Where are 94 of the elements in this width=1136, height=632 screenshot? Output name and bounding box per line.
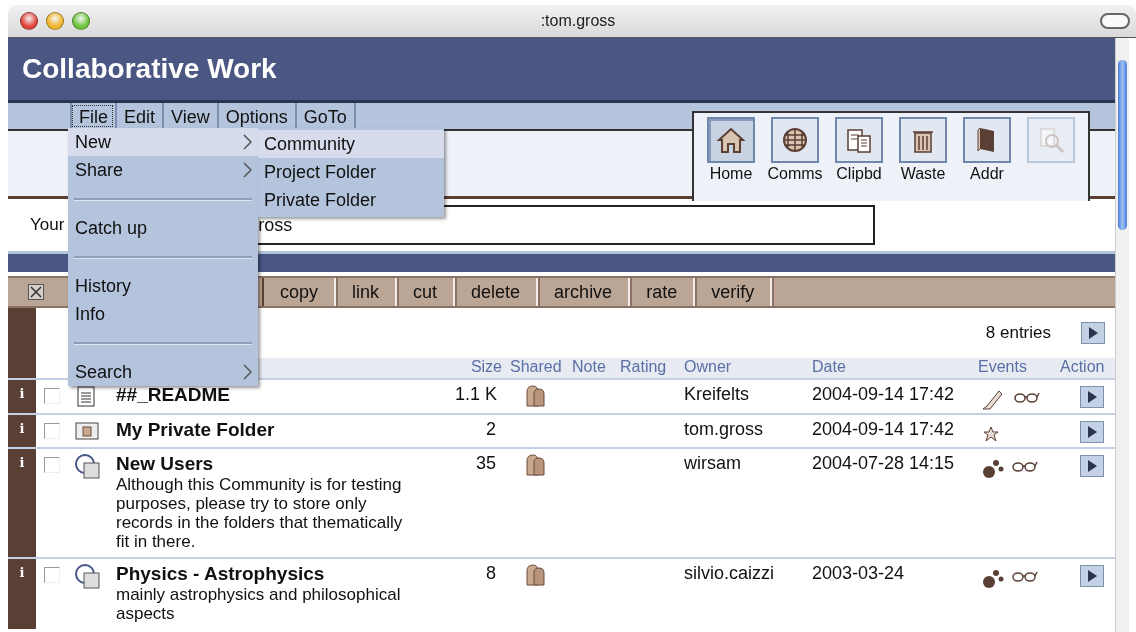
people-icon — [524, 563, 546, 587]
nav-label: Waste — [900, 165, 946, 183]
dots-icon — [982, 569, 1004, 589]
nav-label: Comms — [767, 165, 823, 183]
owner-cell-text: silvio.caizzi — [684, 562, 776, 585]
action-button[interactable]: copy — [264, 278, 337, 306]
nav-label: Addr — [970, 165, 1004, 183]
menu-item[interactable]: Info — [68, 300, 258, 328]
nav-button[interactable] — [835, 117, 883, 163]
action-button[interactable]: cut — [397, 278, 456, 306]
play-arrow-icon — [1087, 426, 1097, 438]
globe-icon — [780, 125, 810, 155]
menu-item[interactable]: Share — [68, 156, 258, 184]
item-name[interactable]: ##_README — [116, 384, 455, 406]
document-icon — [74, 384, 98, 408]
minimize-button[interactable] — [46, 12, 64, 30]
nav-button[interactable] — [963, 117, 1011, 163]
action-button[interactable]: verify — [695, 278, 773, 306]
item-name[interactable]: New Users — [116, 453, 455, 475]
menu-item[interactable]: Community — [258, 130, 444, 158]
dots-icon — [982, 459, 1004, 479]
column-header[interactable]: Action — [1060, 358, 1115, 378]
action-button[interactable]: rate — [630, 278, 696, 306]
date-cell-text: 2004-09-14 17:42 — [812, 418, 956, 441]
info-link[interactable]: i — [19, 455, 25, 471]
menu-item[interactable]: History — [68, 272, 258, 300]
glasses-icon — [1012, 390, 1040, 404]
owner-cell-text: tom.gross — [684, 418, 765, 441]
community-folder-icon — [74, 453, 102, 481]
toolbar-toggle-button[interactable] — [1100, 13, 1130, 29]
play-arrow-icon — [1087, 570, 1097, 582]
zoom-button[interactable] — [72, 12, 90, 30]
action-button[interactable]: archive — [538, 278, 631, 306]
play-arrow-icon — [1087, 391, 1097, 403]
item-description: mainly astrophysics and philosophical aspects — [116, 585, 402, 623]
info-link[interactable]: i — [19, 421, 25, 437]
glasses-icon — [1010, 459, 1038, 473]
next-page-button[interactable] — [1081, 322, 1105, 344]
size-cell-text: 1.1 K — [455, 383, 499, 406]
column-header[interactable]: Owner — [684, 358, 812, 378]
item-description: Although this Community is for testing purposes, please try to store only records in the folders that thematically fit in there. — [116, 475, 404, 551]
people-icon — [524, 384, 546, 408]
star-icon — [982, 425, 1000, 443]
column-header[interactable]: Size — [455, 358, 510, 378]
people-icon — [524, 453, 546, 477]
info-link[interactable]: i — [19, 386, 25, 402]
column-header[interactable]: Date — [812, 358, 978, 378]
play-arrow-icon — [1087, 460, 1097, 472]
column-header[interactable]: Rating — [620, 358, 684, 378]
page-title: Collaborative Work — [22, 53, 277, 85]
entry-count: 8 entries — [985, 323, 1051, 343]
row-action-button[interactable] — [1080, 386, 1104, 408]
size-cell-text: 35 — [474, 452, 497, 475]
owner-cell-text: wirsam — [684, 452, 742, 475]
menu-item[interactable]: New — [68, 128, 258, 156]
community-folder-icon — [74, 563, 102, 591]
nav-button[interactable] — [899, 117, 947, 163]
date-cell-text: 2004-09-14 17:42 — [812, 383, 956, 406]
column-header[interactable]: Shared — [510, 358, 572, 378]
nav-label: Home — [709, 165, 753, 183]
scrollbar[interactable] — [1115, 38, 1129, 632]
row-checkbox[interactable] — [44, 457, 60, 473]
glasses-icon — [1010, 569, 1038, 583]
row-checkbox[interactable] — [44, 388, 60, 404]
nav-button[interactable] — [771, 117, 819, 163]
size-cell-text: 8 — [485, 562, 497, 585]
date-cell-text: 2003-03-24 — [812, 562, 906, 585]
size-cell-text: 2 — [485, 418, 497, 441]
info-link[interactable]: i — [19, 565, 25, 581]
action-button[interactable]: delete — [455, 278, 539, 306]
select-all-checkbox[interactable] — [28, 284, 44, 300]
nav-label: Clipbd — [836, 165, 882, 183]
action-button[interactable]: link — [336, 278, 398, 306]
column-header[interactable]: Events — [978, 358, 1060, 378]
owner-cell-text: Kreifelts — [684, 383, 751, 406]
date-cell-text: 2004-07-28 14:15 — [812, 452, 956, 475]
house-icon — [716, 125, 746, 155]
row-checkbox[interactable] — [44, 423, 60, 439]
row-action-button[interactable] — [1080, 455, 1104, 477]
close-button[interactable] — [20, 12, 38, 30]
window-title: :tom.gross — [540, 12, 617, 30]
row-checkbox[interactable] — [44, 567, 60, 583]
row-action-button[interactable] — [1080, 421, 1104, 443]
menu-item[interactable]: Search — [68, 358, 258, 386]
column-header[interactable]: Note — [572, 358, 620, 378]
scroll-thumb[interactable] — [1118, 60, 1127, 230]
item-name[interactable]: My Private Folder — [116, 419, 455, 441]
row-action-button[interactable] — [1080, 565, 1104, 587]
item-name[interactable]: Physics - Astrophysics — [116, 563, 455, 585]
field-label: Your — [30, 215, 65, 235]
folder-icon — [74, 419, 100, 441]
play-arrow-icon — [1088, 327, 1098, 339]
menu-item[interactable]: Project Folder — [258, 158, 444, 186]
nav-button[interactable] — [707, 117, 755, 163]
